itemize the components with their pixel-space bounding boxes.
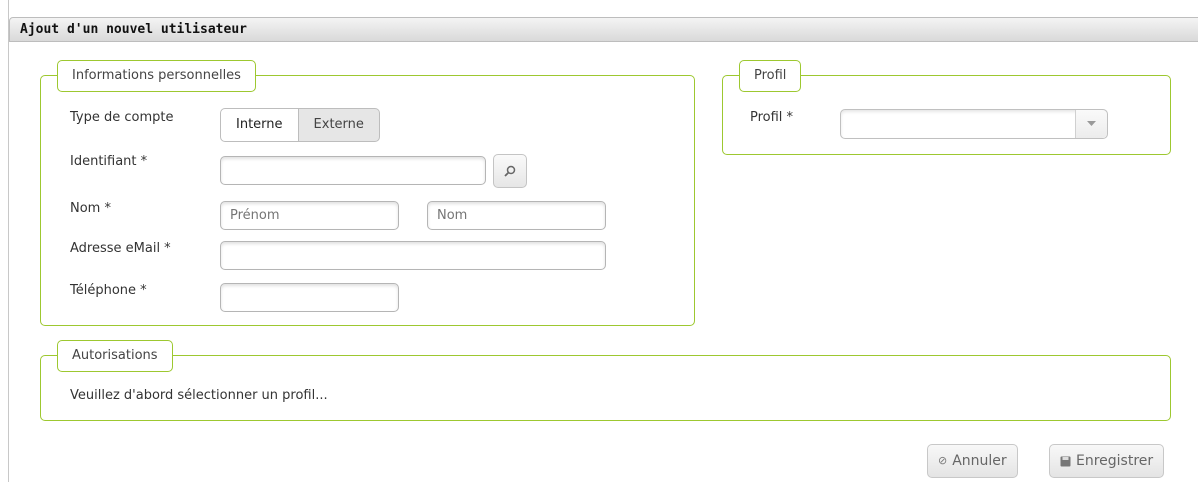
personal-info-legend: Informations personnelles — [57, 60, 256, 92]
cancel-button[interactable]: ⊘ Annuler — [927, 444, 1018, 478]
profile-select-arrow[interactable] — [1075, 110, 1107, 138]
phone-label: Téléphone * — [70, 283, 147, 298]
name-label: Nom * — [70, 201, 111, 216]
authorizations-fieldset: Autorisations Veuillez d'abord sélection… — [40, 340, 1171, 421]
profile-legend: Profil — [739, 60, 802, 92]
save-icon — [1060, 456, 1071, 466]
profile-label: Profil * — [750, 110, 794, 125]
dialog-title: Ajout d'un nouvel utilisateur — [20, 22, 247, 37]
authorizations-message: Veuillez d'abord sélectionner un profil.… — [70, 388, 328, 403]
account-type-interne[interactable]: Interne — [220, 108, 299, 142]
search-icon — [504, 165, 516, 177]
dialog-window: Ajout d'un nouvel utilisateur Informatio… — [8, 0, 1198, 482]
personal-info-fieldset: Informations personnelles Type de compte… — [40, 60, 695, 326]
profile-select[interactable] — [840, 109, 1108, 139]
cancel-button-label: Annuler — [952, 453, 1007, 469]
cancel-icon: ⊘ — [938, 454, 948, 467]
identifier-label: Identifiant * — [70, 154, 148, 169]
firstname-input[interactable] — [220, 201, 399, 230]
identifier-input[interactable] — [220, 156, 486, 185]
authorizations-legend: Autorisations — [57, 340, 173, 372]
account-type-toggle: Interne Externe — [220, 108, 380, 142]
email-label: Adresse eMail * — [70, 241, 171, 256]
chevron-down-icon — [1087, 121, 1096, 126]
save-button[interactable]: Enregistrer — [1049, 444, 1165, 478]
identifier-search-button[interactable] — [493, 154, 527, 188]
account-type-label: Type de compte — [70, 110, 174, 125]
profile-fieldset: Profil Profil * — [722, 60, 1171, 155]
save-button-label: Enregistrer — [1076, 453, 1154, 469]
lastname-input[interactable] — [427, 201, 606, 230]
account-type-externe[interactable]: Externe — [298, 108, 380, 142]
dialog-titlebar: Ajout d'un nouvel utilisateur — [9, 17, 1198, 42]
phone-input[interactable] — [220, 283, 399, 312]
email-input[interactable] — [220, 241, 606, 270]
